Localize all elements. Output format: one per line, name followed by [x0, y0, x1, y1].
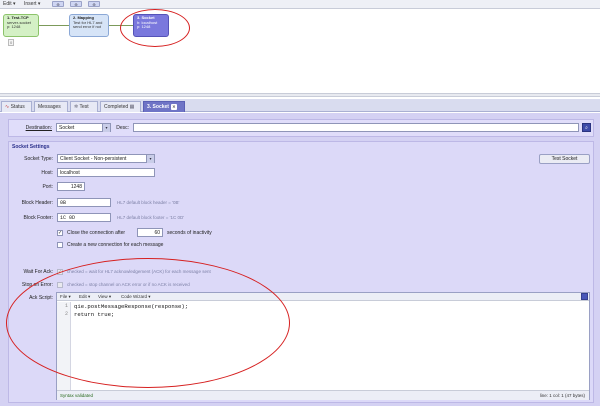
block-footer-hint: HL7 default block footer = '1C 0D'	[117, 215, 185, 220]
block-header-hint: HL7 default block header = '0B'	[117, 200, 180, 205]
tab-completed[interactable]: Completed ▦	[100, 101, 141, 112]
socket-type-label: Socket Type:	[24, 156, 53, 162]
tab-bar: ∿ Status Messages ▦ ✲ Test Completed ▦ 3…	[0, 99, 600, 120]
section-title: Socket Settings	[12, 144, 50, 150]
destination-panel: Destination: Socket ▾ Desc: ⌕	[8, 119, 594, 137]
close-connection-label: Close the connection after	[67, 230, 126, 236]
block-footer-label: Block Footer:	[23, 215, 53, 221]
wait-for-ack-label: Wait For Ack:	[23, 269, 53, 275]
tab-label: Status	[10, 104, 25, 110]
search-icon[interactable]: ⌕	[582, 123, 591, 132]
editor-status-bar: Syntax validated line: 1 col: 1 (47 byte…	[57, 390, 589, 400]
tab-socket[interactable]: 3. Socket ✕	[143, 101, 185, 112]
socket-type-value: Client Socket - Non-persistent	[60, 156, 127, 162]
tab-label: Test	[79, 104, 89, 110]
chevron-down-icon[interactable]: ▾	[102, 124, 110, 132]
tab-label: Messages	[38, 104, 61, 110]
close-connection-checkbox[interactable]: ✓	[57, 230, 63, 236]
annotation-circle-top	[120, 9, 190, 47]
block-footer-input[interactable]: 1C 0D	[57, 213, 111, 222]
canvas-divider[interactable]	[0, 93, 600, 97]
pulse-icon: ∿	[5, 104, 10, 110]
test-socket-button[interactable]: Test Socket	[539, 154, 590, 164]
top-toolbar: Edit ▾ Insert ▾ ⊕ ⊕ ⊕	[0, 0, 600, 9]
flow-connector	[39, 25, 69, 26]
port-input[interactable]: 1248	[57, 182, 85, 191]
edit-menu[interactable]: Edit ▾	[3, 1, 16, 7]
tab-messages[interactable]: Messages ▦	[34, 101, 68, 120]
inactivity-suffix: seconds of inactivity	[167, 230, 212, 236]
desc-label: Desc:	[116, 125, 129, 131]
new-connection-label: Create a new connection for each message	[67, 242, 164, 248]
desc-input[interactable]	[133, 123, 579, 132]
node-line: p: 1248	[7, 24, 21, 30]
toolbar-button-2[interactable]: ⊕	[70, 1, 82, 7]
flow-node-mapping[interactable]: 2. Mapping Test for HL7 and send error i…	[69, 14, 109, 37]
tab-label: 3. Socket	[147, 104, 169, 110]
tab-test[interactable]: ✲ Test	[70, 101, 98, 112]
cursor-position: line: 1 col: 1 (47 bytes)	[539, 393, 585, 398]
node-line: send error if not	[73, 24, 102, 30]
tab-label: Completed	[104, 104, 129, 110]
expand-icon[interactable]	[581, 293, 588, 300]
grid-icon: ▦	[129, 104, 135, 110]
new-connection-checkbox[interactable]	[57, 242, 63, 248]
block-header-input[interactable]: 0B	[57, 198, 111, 207]
socket-type-select[interactable]: Client Socket - Non-persistent ▾	[57, 154, 155, 163]
insert-menu[interactable]: Insert ▾	[24, 1, 40, 7]
host-input[interactable]: localhost	[57, 168, 155, 177]
toolbar-button-1[interactable]: ⊕	[52, 1, 64, 7]
destination-label: Destination:	[25, 125, 52, 131]
chevron-down-icon[interactable]: ▾	[146, 155, 154, 163]
close-icon[interactable]: ✕	[170, 103, 177, 110]
test-icon: ✲	[74, 104, 79, 110]
port-label: Port:	[42, 184, 53, 190]
destination-select[interactable]: Socket ▾	[56, 123, 111, 132]
flow-node-test-tcp[interactable]: 1. Test-TCP server-socket p: 1248	[3, 14, 39, 37]
tab-status[interactable]: ∿ Status	[1, 101, 32, 112]
annotation-circle-ack	[6, 258, 290, 388]
syntax-status: Syntax validated	[60, 393, 94, 398]
flow-canvas[interactable]: 1. Test-TCP server-socket p: 1248 2. Map…	[0, 9, 600, 93]
host-label: Host:	[41, 170, 53, 176]
toolbar-button-3[interactable]: ⊕	[88, 1, 100, 7]
block-header-label: Block Header:	[21, 200, 53, 206]
destination-value: Socket	[59, 125, 75, 131]
inactivity-seconds-input[interactable]: 60	[137, 228, 163, 237]
node-count-badge: 0	[8, 39, 15, 46]
